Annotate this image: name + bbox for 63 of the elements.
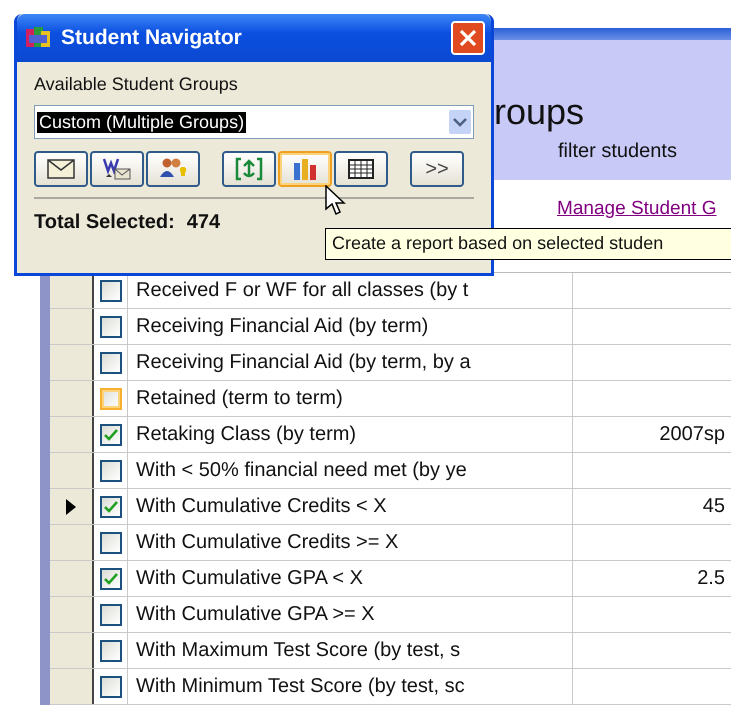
table-cell: With Minimum Test Score (by test, sc [136, 675, 465, 698]
table-cell: Receiving Financial Aid (by term, by a [136, 351, 471, 374]
total-label: Total Selected: [34, 211, 175, 234]
more-button[interactable]: >> [410, 151, 464, 187]
row-selector[interactable] [50, 597, 94, 632]
checkbox[interactable] [100, 640, 122, 662]
page-subheading: filter students [558, 139, 678, 164]
checkbox[interactable] [100, 532, 122, 554]
envelope-icon [47, 159, 75, 179]
row-selector[interactable] [50, 345, 94, 380]
close-button[interactable] [451, 21, 485, 55]
toolbar-button[interactable] [222, 151, 276, 187]
table-cell: 2007sp [659, 423, 725, 446]
toolbar-button[interactable] [146, 151, 200, 187]
table-cell: With Cumulative GPA >= X [136, 603, 375, 626]
page-heading: roups [494, 92, 586, 132]
checkbox[interactable] [100, 604, 122, 626]
row-selector[interactable] [50, 525, 94, 560]
row-selector[interactable] [50, 273, 94, 308]
total-count: 474 [186, 211, 220, 234]
table-cell: With Cumulative GPA < X [136, 567, 363, 590]
checkbox[interactable] [100, 280, 122, 302]
checkbox[interactable] [100, 496, 122, 518]
cursor-icon [325, 185, 347, 217]
row-selector[interactable] [50, 633, 94, 668]
row-selector[interactable] [50, 669, 94, 704]
row-selector[interactable] [50, 561, 94, 596]
field-label: Available Student Groups [34, 74, 239, 95]
checkbox[interactable] [100, 460, 122, 482]
row-selector[interactable] [50, 309, 94, 344]
table-cell: With Cumulative Credits >= X [136, 531, 398, 554]
table-cell: With < 50% financial need met (by ye [136, 459, 467, 482]
toolbar-button[interactable] [90, 151, 144, 187]
toolbar-button[interactable] [334, 151, 388, 187]
group-dropdown[interactable]: Custom (Multiple Groups) [34, 105, 474, 139]
window-title: Student Navigator [61, 26, 243, 50]
close-icon [459, 29, 477, 47]
manage-groups-link[interactable]: Manage Student G [557, 198, 716, 220]
table-cell: Retained (term to term) [136, 387, 343, 410]
row-selector[interactable] [50, 417, 94, 452]
current-row-icon [65, 498, 77, 516]
row-selector[interactable] [50, 489, 94, 524]
checkbox[interactable] [100, 676, 122, 698]
toolbar-button[interactable] [34, 151, 88, 187]
table-cell: Receiving Financial Aid (by term) [136, 315, 428, 338]
checkbox[interactable] [100, 352, 122, 374]
document-mail-icon [102, 157, 132, 181]
table-icon [347, 158, 375, 180]
checkbox[interactable] [100, 424, 122, 446]
bar-chart-icon [291, 157, 319, 181]
table-cell: With Cumulative Credits < X [136, 495, 387, 518]
table-cell: Retaking Class (by term) [136, 423, 356, 446]
checkbox[interactable] [100, 388, 122, 410]
export-icon [235, 157, 263, 181]
checkbox[interactable] [100, 316, 122, 338]
row-selector[interactable] [50, 453, 94, 488]
checkbox[interactable] [100, 568, 122, 590]
table-cell: With Maximum Test Score (by test, s [136, 639, 460, 662]
table-cell: Received F or WF for all classes (by t [136, 279, 468, 302]
tooltip: Create a report based on selected studen [325, 228, 731, 260]
table-cell: 2.5 [697, 567, 725, 590]
table-cell: 45 [702, 495, 725, 518]
row-selector[interactable] [50, 381, 94, 416]
